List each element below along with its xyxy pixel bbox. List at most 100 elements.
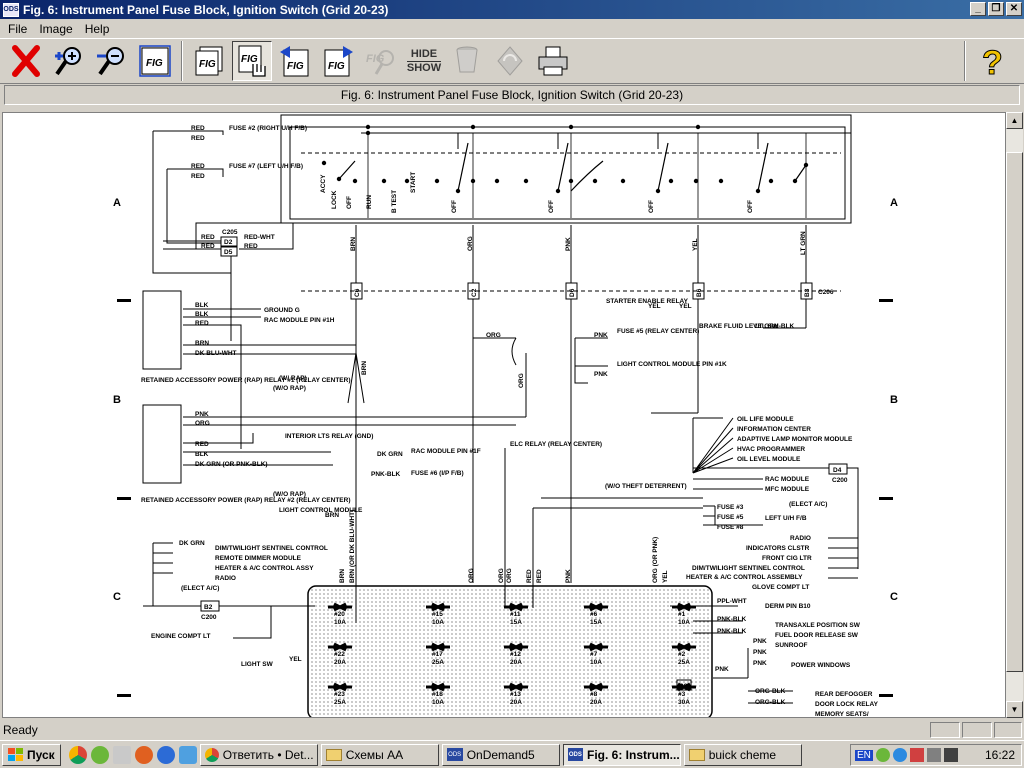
minimize-button[interactable]: _ (970, 2, 986, 16)
svg-text:LIGHT CONTROL MODULE PIN #1K: LIGHT CONTROL MODULE PIN #1K (617, 361, 727, 368)
zoom-out-button[interactable] (92, 41, 132, 81)
folder-icon (688, 748, 705, 761)
svg-text:D5: D5 (224, 249, 233, 256)
menu-file[interactable]: File (2, 22, 33, 36)
svg-text:YEL: YEL (679, 303, 692, 310)
figure-stack-icon: FIG (195, 46, 223, 76)
svg-text:(W/ RAP): (W/ RAP) (279, 375, 307, 382)
scroll-thumb[interactable] (1006, 152, 1023, 672)
fuse-amperage: 20A (510, 699, 522, 706)
svg-text:LT GRN-BLK: LT GRN-BLK (755, 323, 795, 330)
svg-text:ORG-BLK: ORG-BLK (755, 699, 786, 706)
fuse-number: #15 (432, 611, 443, 618)
svg-text:C2: C2 (471, 288, 478, 297)
chrome-icon[interactable] (68, 745, 87, 764)
task-ondemand[interactable]: ODS OnDemand5 (441, 743, 560, 766)
svg-text:ORG: ORG (518, 373, 525, 388)
rotate-icon (497, 46, 523, 76)
svg-text:OFF: OFF (451, 200, 458, 213)
svg-text:OFF: OFF (747, 200, 754, 213)
svg-text:ORG: ORG (506, 568, 513, 583)
svg-text:PNK-BLK: PNK-BLK (717, 628, 747, 635)
tray-speaker-icon[interactable] (943, 748, 958, 762)
toolbar: FIG FIG FIG FIG FIG FIG HIDE SHOW ? (0, 38, 1024, 84)
svg-text:FUSE #7 (LEFT U/H F/B): FUSE #7 (LEFT U/H F/B) (229, 163, 303, 170)
svg-text:PPL-WHT: PPL-WHT (717, 598, 747, 605)
status-panel-1 (930, 722, 960, 738)
folder-icon (325, 748, 342, 761)
zoom-in-button[interactable] (49, 41, 89, 81)
tray-gear-icon[interactable] (875, 748, 890, 762)
figure-list-button[interactable]: FIG (189, 41, 229, 81)
fuse-amperage: 20A (334, 659, 346, 666)
tray-power-icon[interactable] (892, 748, 907, 762)
zoom-out-icon (97, 47, 124, 76)
tray-network-icon[interactable] (909, 748, 924, 762)
print-button[interactable] (533, 41, 573, 81)
tray-monitor-icon[interactable] (926, 748, 941, 762)
player-icon[interactable] (156, 745, 175, 764)
scroll-up-button[interactable]: ▲ (1006, 112, 1023, 129)
svg-text:RADIO: RADIO (215, 575, 236, 582)
task-buick-folder[interactable]: buick cheme (683, 743, 802, 766)
svg-text:C206: C206 (818, 289, 834, 296)
menu-image[interactable]: Image (33, 22, 78, 36)
svg-text:BLK: BLK (195, 451, 209, 458)
svg-text:MEMORY SEATS/: MEMORY SEATS/ (815, 711, 869, 718)
svg-text:REMOTE DIMMER MODULE: REMOTE DIMMER MODULE (215, 555, 302, 562)
start-button[interactable]: Пуск (2, 743, 61, 766)
help-button[interactable]: ? (972, 41, 1012, 81)
maximize-button[interactable]: ❐ (988, 2, 1004, 16)
svg-text:FRONT CIG LTR: FRONT CIG LTR (762, 555, 812, 562)
svg-text:PNK: PNK (753, 638, 767, 645)
svg-text:PNK: PNK (565, 569, 572, 583)
svg-text:RED: RED (195, 320, 209, 327)
svg-text:FUSE #8: FUSE #8 (717, 524, 744, 531)
vertical-scrollbar[interactable]: ▲ ▼ (1006, 112, 1023, 718)
figure-caption: Fig. 6: Instrument Panel Fuse Block, Ign… (4, 85, 1020, 105)
rotate-button[interactable] (490, 41, 530, 81)
window-title: Fig. 6: Instrument Panel Fuse Block, Ign… (23, 2, 389, 17)
fuse-number: #20 (334, 611, 345, 618)
svg-text:DK GRN: DK GRN (377, 451, 403, 458)
close-button[interactable]: ✕ (1006, 2, 1022, 16)
grid-row-a-left: A (113, 197, 121, 209)
fuse-amperage: 10A (678, 619, 690, 626)
scroll-down-button[interactable]: ▼ (1006, 701, 1023, 718)
ods-icon: ODS (446, 748, 463, 761)
task-fig6[interactable]: ODS Fig. 6: Instrum... (562, 743, 681, 766)
hide-show-label: HIDE SHOW (406, 47, 442, 74)
status-panel-3 (994, 722, 1022, 738)
previous-figure-button[interactable]: FIG (275, 41, 315, 81)
close-image-button[interactable] (6, 41, 46, 81)
media-icon[interactable] (134, 745, 153, 764)
fuse-amperage: 25A (432, 659, 444, 666)
pan-figure-button[interactable]: FIG (232, 41, 272, 81)
svg-text:YEL: YEL (692, 238, 699, 251)
status-bar: Ready (0, 720, 1024, 740)
ie-icon[interactable] (178, 745, 197, 764)
gear-green-icon[interactable] (90, 745, 109, 764)
svg-text:YEL: YEL (648, 303, 661, 310)
svg-text:RED-WHT: RED-WHT (244, 234, 275, 241)
find-figure-button[interactable]: FIG (361, 41, 401, 81)
menu-help[interactable]: Help (79, 22, 116, 36)
fuse-number: #22 (334, 651, 345, 658)
diagram-canvas[interactable]: ACCY LOCK OFF RUN B TEST START OFF OFF O… (2, 112, 1006, 718)
grid-row-a-right: A (890, 197, 898, 209)
svg-text:RAC MODULE PIN #1F: RAC MODULE PIN #1F (411, 448, 481, 455)
svg-text:RETAINED ACCESSORY POWER (RAP): RETAINED ACCESSORY POWER (RAP) RELAY #2 … (141, 497, 350, 504)
fuse-amperage: 15A (510, 619, 522, 626)
svg-text:PNK: PNK (594, 332, 608, 339)
task-folder-schemes[interactable]: Схемы АА (320, 743, 439, 766)
next-figure-button[interactable]: FIG (318, 41, 358, 81)
eraser-button[interactable] (447, 41, 487, 81)
calculator-icon[interactable] (112, 745, 131, 764)
task-chrome[interactable]: Ответить • Det... (199, 743, 318, 766)
svg-text:OFF: OFF (648, 200, 655, 213)
fit-figure-button[interactable]: FIG (135, 41, 175, 81)
language-indicator[interactable]: EN (855, 749, 873, 761)
fuse-number: #18 (432, 691, 443, 698)
hide-show-button[interactable]: HIDE SHOW (404, 41, 444, 81)
grid-row-b-left: B (113, 394, 121, 406)
